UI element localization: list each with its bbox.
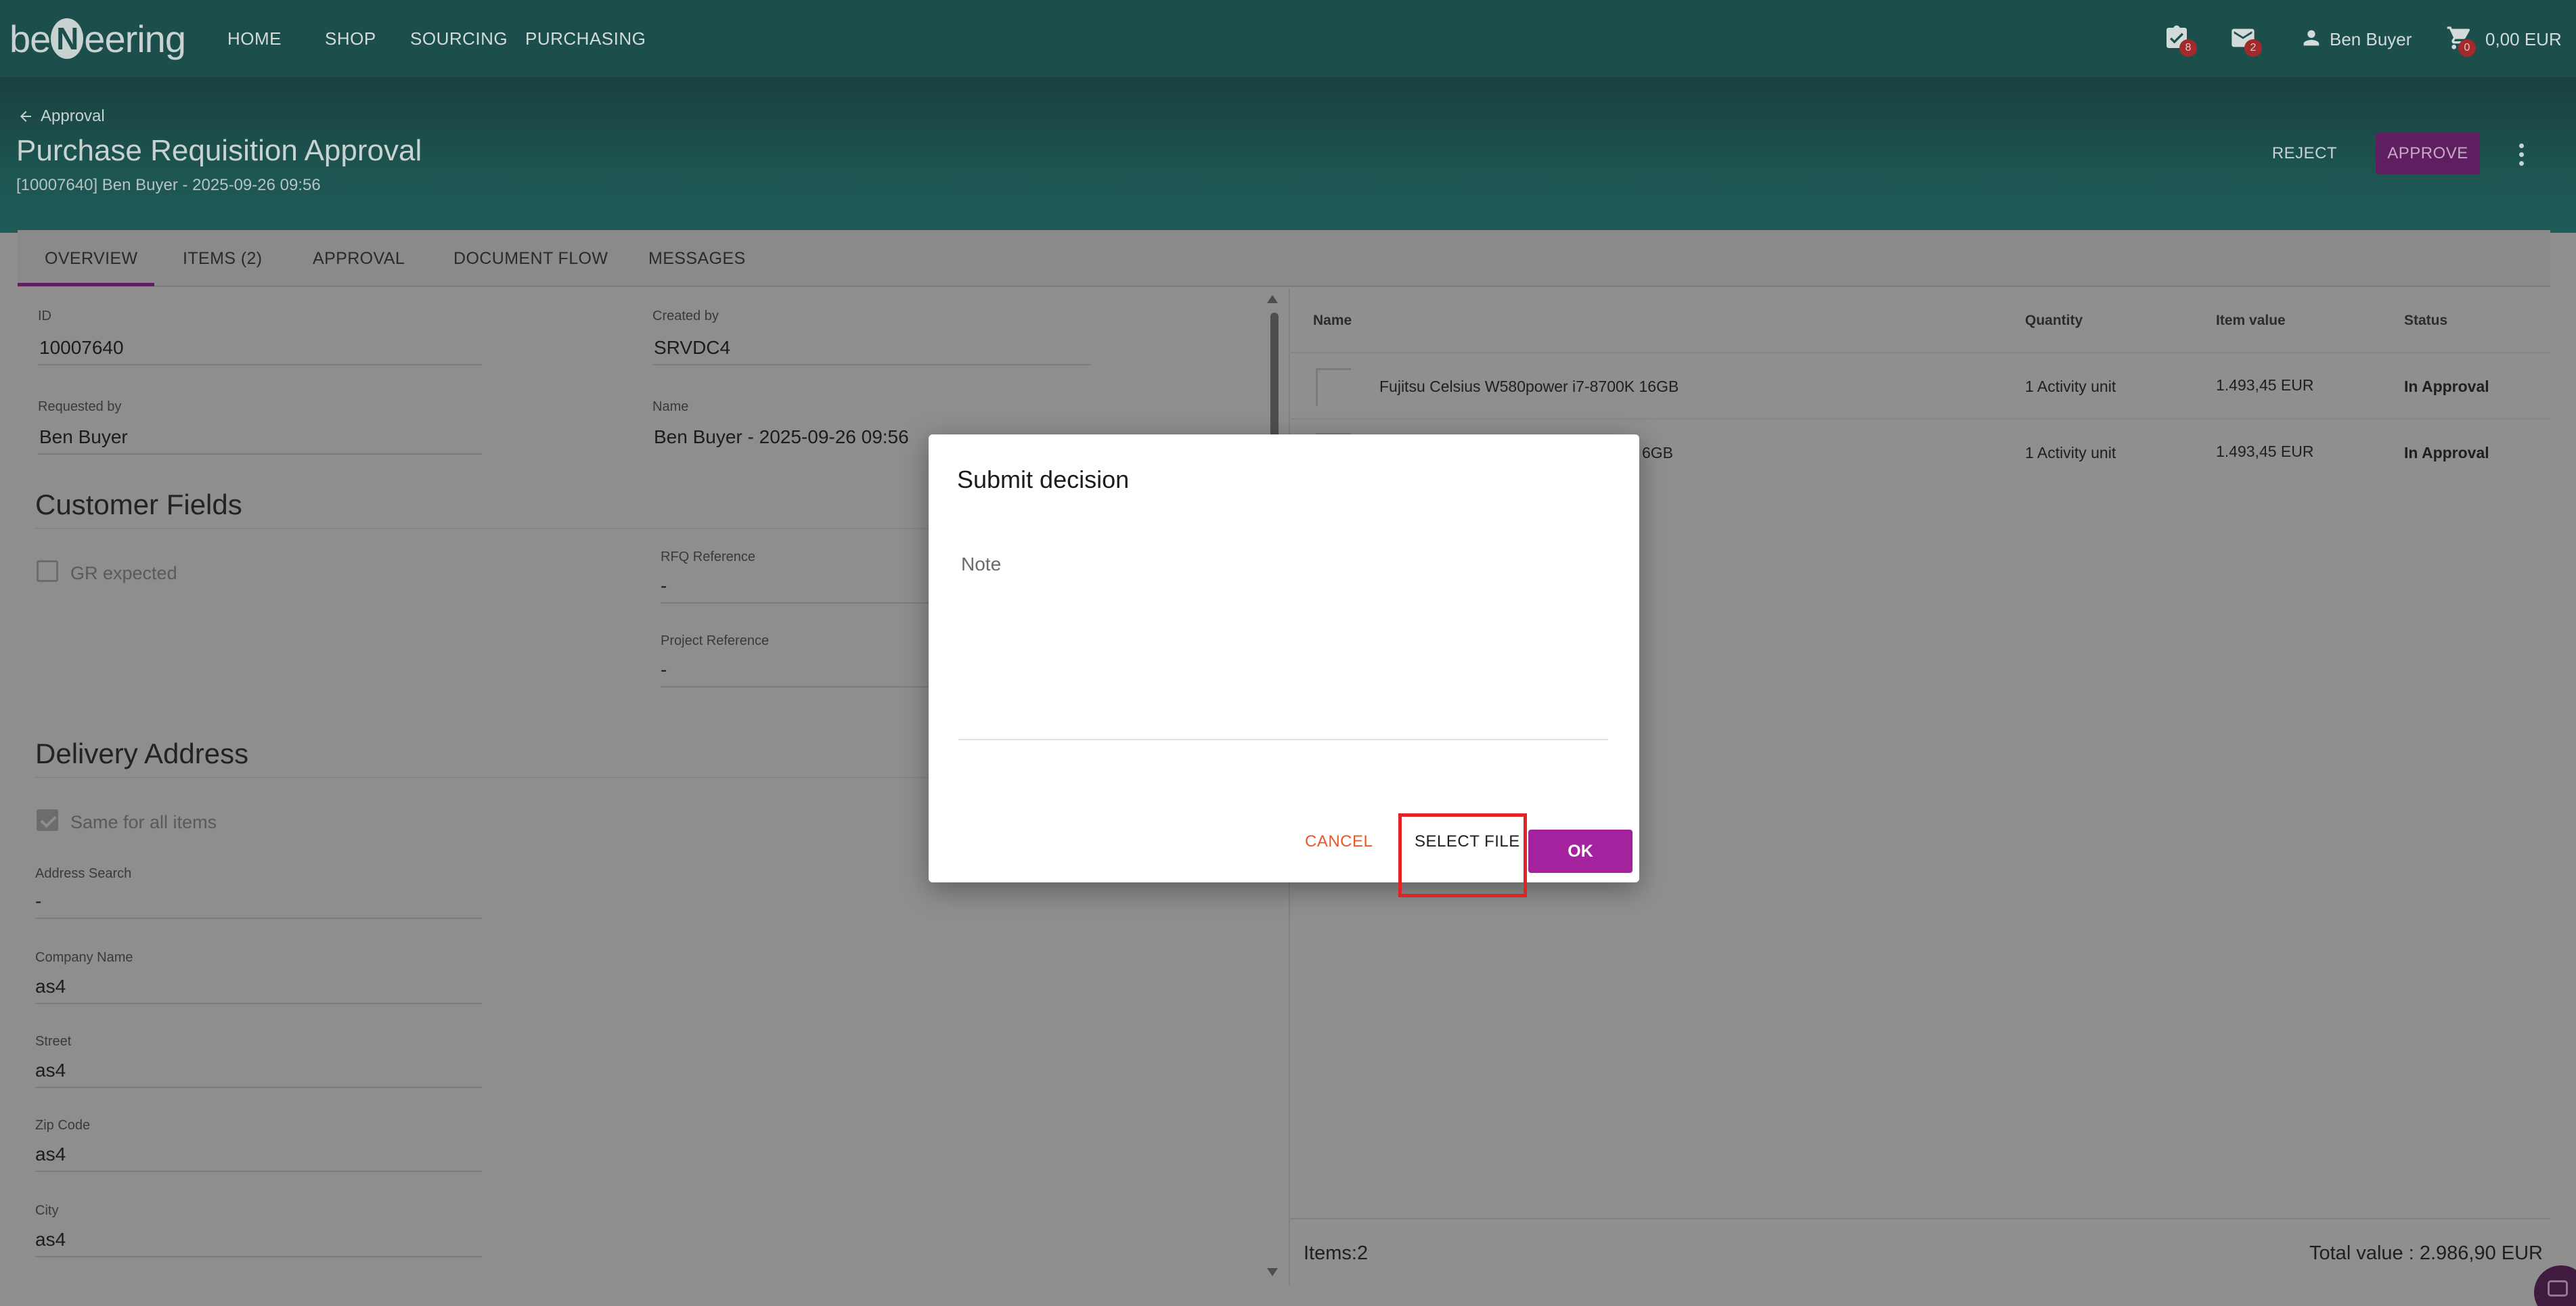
- section-divider: [35, 528, 929, 529]
- tab-document-flow[interactable]: DOCUMENT FLOW: [453, 249, 608, 269]
- company-name-label: Company Name: [35, 950, 133, 965]
- id-label: ID: [38, 309, 51, 323]
- field-divider: [35, 918, 482, 919]
- page-title: Purchase Requisition Approval: [16, 134, 422, 167]
- same-for-all-items-checkbox[interactable]: [37, 809, 58, 831]
- nav-purchasing[interactable]: PURCHASING: [525, 28, 646, 49]
- app-logo[interactable]: be Neering: [9, 16, 186, 61]
- address-search-value[interactable]: -: [35, 891, 41, 912]
- cart-value[interactable]: 0,00 EUR: [2485, 29, 2562, 50]
- field-divider: [35, 1171, 482, 1172]
- submit-decision-dialog: Submit decision Note CANCEL SELECT FILE …: [929, 434, 1639, 897]
- arrow-left-icon: [20, 111, 31, 122]
- messages-badge: 2: [2244, 39, 2262, 57]
- item-image-icon: [1316, 368, 1351, 406]
- field-divider: [35, 1256, 482, 1257]
- street-value: as4: [35, 1060, 66, 1081]
- column-header-item-value[interactable]: Item value: [2216, 313, 2286, 329]
- company-name-value: as4: [35, 976, 66, 997]
- table-divider: [1289, 352, 2550, 353]
- field-divider: [661, 602, 931, 604]
- rfq-reference-value: -: [661, 575, 667, 596]
- scroll-up-arrow[interactable]: [1267, 295, 1278, 303]
- tab-items[interactable]: ITEMS (2): [183, 249, 263, 269]
- column-header-status[interactable]: Status: [2404, 313, 2447, 329]
- highlight-box: [1398, 813, 1527, 897]
- item-quantity: 1 Activity unit: [2025, 444, 2116, 461]
- field-divider: [652, 364, 1091, 365]
- customer-fields-title: Customer Fields: [35, 489, 242, 520]
- street-label: Street: [35, 1034, 72, 1049]
- approve-button[interactable]: APPROVE: [2376, 133, 2480, 175]
- column-header-quantity[interactable]: Quantity: [2025, 313, 2083, 329]
- city-label: City: [35, 1203, 59, 1218]
- item-quantity: 1 Activity unit: [2025, 378, 2116, 395]
- note-underline: [958, 739, 1608, 740]
- zip-code-label: Zip Code: [35, 1118, 91, 1133]
- field-divider: [38, 453, 482, 455]
- mail-icon[interactable]: 2: [2229, 24, 2262, 57]
- note-label: Note: [961, 554, 1002, 575]
- created-by-label: Created by: [652, 309, 719, 323]
- footer-divider: [1289, 1218, 2550, 1219]
- scroll-down-arrow[interactable]: [1267, 1268, 1278, 1276]
- created-by-value: SRVDC4: [654, 337, 731, 358]
- item-status: In Approval: [2404, 444, 2489, 461]
- nav-home[interactable]: HOME: [227, 28, 282, 49]
- zip-code-value: as4: [35, 1144, 66, 1165]
- back-label: Approval: [41, 107, 105, 125]
- nav-sourcing[interactable]: SOURCING: [410, 28, 508, 49]
- project-reference-label: Project Reference: [661, 633, 770, 648]
- rfq-reference-label: RFQ Reference: [661, 549, 756, 564]
- more-vert-icon[interactable]: [2511, 139, 2531, 169]
- cart-badge: 0: [2458, 39, 2476, 57]
- city-value: as4: [35, 1229, 66, 1250]
- same-for-all-items-label: Same for all items: [70, 812, 217, 832]
- scrollbar-thumb[interactable]: [1270, 313, 1279, 448]
- items-count: Items:2: [1304, 1242, 1369, 1264]
- section-divider: [35, 777, 929, 778]
- address-search-label: Address Search: [35, 866, 132, 881]
- reject-button[interactable]: REJECT: [2261, 135, 2349, 172]
- dialog-title: Submit decision: [957, 466, 1130, 493]
- person-icon: [2300, 24, 2323, 51]
- field-divider: [661, 686, 931, 688]
- delivery-address-title: Delivery Address: [35, 738, 249, 769]
- tab-messages[interactable]: MESSAGES: [648, 249, 746, 269]
- tasks-badge: 8: [2179, 39, 2197, 57]
- cancel-button[interactable]: CANCEL: [1305, 832, 1373, 851]
- tab-overview[interactable]: OVERVIEW: [45, 249, 138, 269]
- item-value: 1.493,45 EUR: [2216, 443, 2314, 460]
- name-label: Name: [652, 399, 689, 414]
- name-value: Ben Buyer - 2025-09-26 09:56: [654, 426, 909, 447]
- user-menu[interactable]: Ben Buyer: [2330, 29, 2412, 50]
- back-link[interactable]: Approval: [18, 107, 105, 126]
- tab-approval[interactable]: APPROVAL: [313, 249, 405, 269]
- checklist-icon[interactable]: 8: [2163, 24, 2197, 57]
- field-divider: [35, 1087, 482, 1088]
- cart-icon[interactable]: 0: [2446, 24, 2476, 57]
- item-status: In Approval: [2404, 378, 2489, 395]
- gr-expected-checkbox[interactable]: [37, 560, 58, 582]
- project-reference-value: -: [661, 659, 667, 680]
- table-row-divider: [1289, 418, 2550, 420]
- column-header-name[interactable]: Name: [1313, 313, 1352, 329]
- active-tab-indicator: [18, 283, 154, 286]
- item-value: 1.493,45 EUR: [2216, 376, 2314, 394]
- id-value: 10007640: [39, 337, 124, 358]
- page-subtitle: [10007640] Ben Buyer - 2025-09-26 09:56: [16, 176, 321, 194]
- requested-by-label: Requested by: [38, 399, 122, 414]
- field-divider: [38, 364, 482, 365]
- nav-shop[interactable]: SHOP: [325, 28, 376, 49]
- total-value: Total value : 2.986,90 EUR: [2309, 1242, 2543, 1264]
- ok-button[interactable]: OK: [1528, 830, 1633, 873]
- item-name[interactable]: Fujitsu Celsius W580power i7-8700K 16GB: [1379, 378, 1679, 396]
- top-navbar: be Neering HOME SHOP SOURCING PURCHASING …: [0, 0, 2576, 77]
- item-name[interactable]: 6GB: [1642, 444, 1673, 462]
- requested-by-value: Ben Buyer: [39, 426, 128, 447]
- note-textarea[interactable]: [961, 580, 1608, 687]
- tab-bar: OVERVIEW ITEMS (2) APPROVAL DOCUMENT FLO…: [18, 230, 2550, 287]
- field-divider: [35, 1003, 482, 1004]
- gr-expected-label: GR expected: [70, 563, 177, 583]
